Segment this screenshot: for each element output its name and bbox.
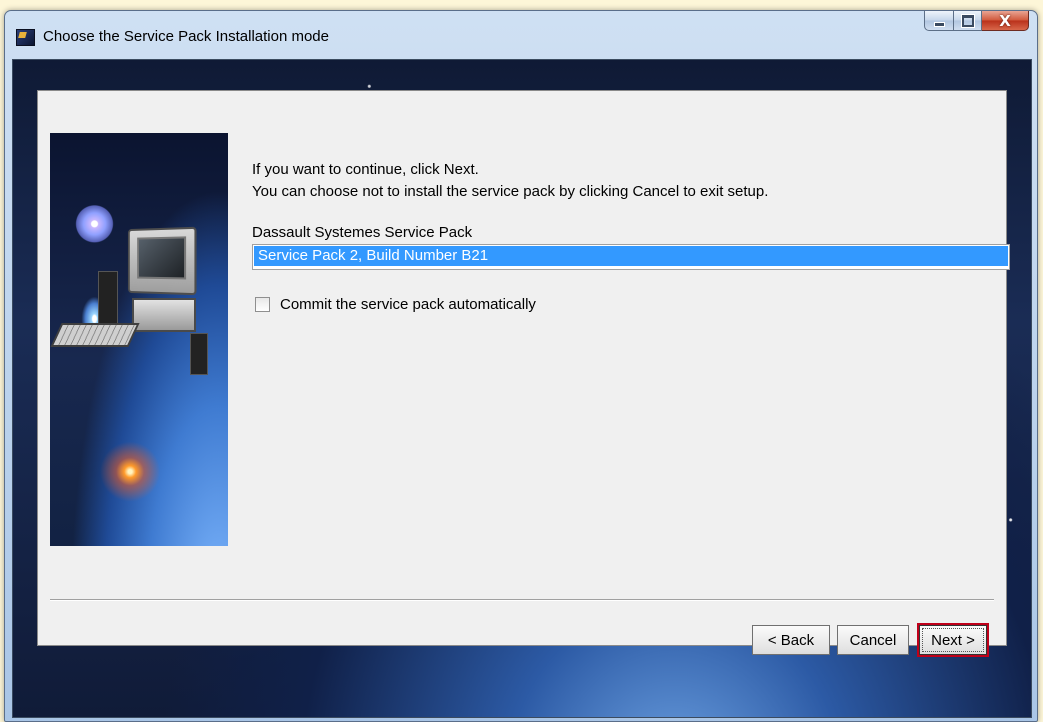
button-separator <box>50 599 994 601</box>
title-bar[interactable]: Choose the Service Pack Installation mod… <box>5 11 1037 59</box>
maximize-button[interactable] <box>954 11 982 31</box>
instruction-line-2: You can choose not to install the servic… <box>252 183 769 200</box>
close-button[interactable]: X <box>982 11 1029 31</box>
commit-checkbox-row[interactable]: Commit the service pack automatically <box>255 296 536 313</box>
window-controls: X <box>924 11 1029 41</box>
computer-monitor-graphic <box>127 226 197 296</box>
wizard-panel: If you want to continue, click Next. You… <box>37 90 1010 655</box>
keyboard-graphic <box>50 323 140 347</box>
wizard-content: If you want to continue, click Next. You… <box>238 91 1010 551</box>
instruction-line-1: If you want to continue, click Next. <box>252 161 479 178</box>
speaker-left-graphic <box>98 271 118 325</box>
window-title: Choose the Service Pack Installation mod… <box>43 28 329 45</box>
computer-tower-graphic <box>132 298 196 332</box>
cancel-button[interactable]: Cancel <box>837 625 909 655</box>
minimize-icon <box>933 21 945 27</box>
setup-illustration <box>50 133 228 546</box>
commit-checkbox-label[interactable]: Commit the service pack automatically <box>280 296 536 313</box>
commit-checkbox[interactable] <box>255 297 270 312</box>
next-button[interactable]: Next > <box>919 625 987 655</box>
speaker-right-graphic <box>190 333 208 375</box>
service-pack-label: Dassault Systemes Service Pack <box>252 224 473 241</box>
space-background: If you want to continue, click Next. You… <box>12 59 1032 718</box>
maximize-icon <box>961 14 974 27</box>
list-item[interactable]: Service Pack 2, Build Number B21 <box>254 246 1008 266</box>
installer-window: Choose the Service Pack Installation mod… <box>4 10 1038 722</box>
setup-app-icon <box>16 29 35 46</box>
minimize-button[interactable] <box>924 11 954 31</box>
close-icon: X <box>999 11 1011 30</box>
back-button[interactable]: < Back <box>752 625 830 655</box>
service-pack-list[interactable]: Service Pack 2, Build Number B21 <box>252 244 1010 270</box>
